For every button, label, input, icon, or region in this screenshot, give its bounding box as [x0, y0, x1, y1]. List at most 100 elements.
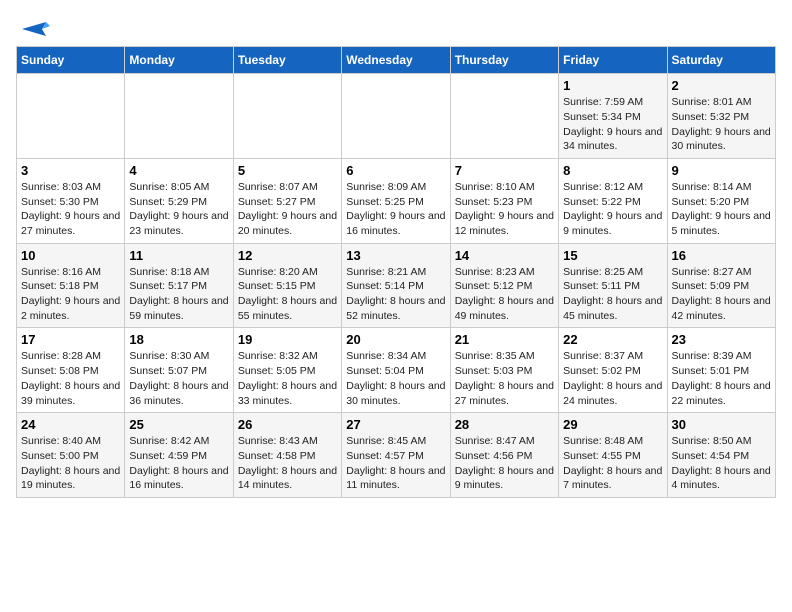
weekday-header: Thursday: [450, 47, 558, 74]
calendar-cell: 10 Sunrise: 8:16 AMSunset: 5:18 PMDayligh…: [17, 243, 125, 328]
cell-content: Sunrise: 8:35 AMSunset: 5:03 PMDaylight:…: [455, 349, 554, 408]
cell-content: Sunrise: 7:59 AMSunset: 5:34 PMDaylight:…: [563, 95, 662, 154]
day-number: 26: [238, 417, 337, 432]
day-number: 6: [346, 163, 445, 178]
calendar-cell: 28Sunrise: 8:47 AMSunset: 4:56 PMDayligh…: [450, 413, 558, 498]
cell-content: Sunrise: 8:05 AMSunset: 5:29 PMDaylight:…: [129, 180, 228, 239]
calendar-week-row: 24 Sunrise: 8:40 AMSunset: 5:00 PMDayligh…: [17, 413, 776, 498]
weekday-header: Friday: [559, 47, 667, 74]
cell-content: Sunrise: 8:30 AMSunset: 5:07 PMDaylight:…: [129, 349, 228, 408]
day-number: 12: [238, 248, 337, 263]
calendar-cell: 16 Sunrise: 8:27 AMSunset: 5:09 PMDayligh…: [667, 243, 775, 328]
cell-content: Sunrise: 8:03 AMSunset: 5:30 PMDaylight:…: [21, 180, 120, 239]
day-number: 28: [455, 417, 554, 432]
logo-plane-icon: [18, 18, 50, 40]
day-number: 9: [672, 163, 771, 178]
calendar-cell: 19 Sunrise: 8:32 AMSunset: 5:05 PMDayligh…: [233, 328, 341, 413]
calendar-cell: 27 Sunrise: 8:45 AMSunset: 4:57 PMDayligh…: [342, 413, 450, 498]
cell-content: Sunrise: 8:14 AMSunset: 5:20 PMDaylight:…: [672, 180, 771, 239]
calendar-cell: 25 Sunrise: 8:42 AMSunset: 4:59 PMDayligh…: [125, 413, 233, 498]
day-number: 2: [672, 78, 771, 93]
day-number: 16: [672, 248, 771, 263]
cell-content: Sunrise: 8:40 AMSunset: 5:00 PMDaylight:…: [21, 434, 120, 493]
calendar-cell: 26 Sunrise: 8:43 AMSunset: 4:58 PMDayligh…: [233, 413, 341, 498]
calendar-cell: 9 Sunrise: 8:14 AMSunset: 5:20 PMDaylight…: [667, 158, 775, 243]
day-number: 18: [129, 332, 228, 347]
calendar-cell: [342, 74, 450, 159]
calendar-cell: 15 Sunrise: 8:25 AMSunset: 5:11 PMDayligh…: [559, 243, 667, 328]
calendar-cell: 7Sunrise: 8:10 AMSunset: 5:23 PMDaylight…: [450, 158, 558, 243]
cell-content: Sunrise: 8:32 AMSunset: 5:05 PMDaylight:…: [238, 349, 337, 408]
calendar-cell: [17, 74, 125, 159]
day-number: 13: [346, 248, 445, 263]
day-number: 23: [672, 332, 771, 347]
calendar-table: SundayMondayTuesdayWednesdayThursdayFrid…: [16, 46, 776, 498]
cell-content: Sunrise: 8:37 AMSunset: 5:02 PMDaylight:…: [563, 349, 662, 408]
calendar-cell: 6 Sunrise: 8:09 AMSunset: 5:25 PMDaylight…: [342, 158, 450, 243]
calendar-cell: [450, 74, 558, 159]
calendar-cell: 17 Sunrise: 8:28 AMSunset: 5:08 PMDayligh…: [17, 328, 125, 413]
day-number: 1: [563, 78, 662, 93]
calendar-body: 1 Sunrise: 7:59 AMSunset: 5:34 PMDaylight…: [17, 74, 776, 498]
cell-content: Sunrise: 8:43 AMSunset: 4:58 PMDaylight:…: [238, 434, 337, 493]
calendar-cell: 24 Sunrise: 8:40 AMSunset: 5:00 PMDayligh…: [17, 413, 125, 498]
calendar-cell: 1 Sunrise: 7:59 AMSunset: 5:34 PMDaylight…: [559, 74, 667, 159]
cell-content: Sunrise: 8:01 AMSunset: 5:32 PMDaylight:…: [672, 95, 771, 154]
calendar-cell: 13 Sunrise: 8:21 AMSunset: 5:14 PMDayligh…: [342, 243, 450, 328]
cell-content: Sunrise: 8:21 AMSunset: 5:14 PMDaylight:…: [346, 265, 445, 324]
day-number: 5: [238, 163, 337, 178]
day-number: 19: [238, 332, 337, 347]
day-number: 25: [129, 417, 228, 432]
cell-content: Sunrise: 8:48 AMSunset: 4:55 PMDaylight:…: [563, 434, 662, 493]
cell-content: Sunrise: 8:39 AMSunset: 5:01 PMDaylight:…: [672, 349, 771, 408]
day-number: 29: [563, 417, 662, 432]
cell-content: Sunrise: 8:23 AMSunset: 5:12 PMDaylight:…: [455, 265, 554, 324]
cell-content: Sunrise: 8:10 AMSunset: 5:23 PMDaylight:…: [455, 180, 554, 239]
logo: [16, 16, 50, 36]
calendar-cell: 11 Sunrise: 8:18 AMSunset: 5:17 PMDayligh…: [125, 243, 233, 328]
cell-content: Sunrise: 8:25 AMSunset: 5:11 PMDaylight:…: [563, 265, 662, 324]
calendar-week-row: 3 Sunrise: 8:03 AMSunset: 5:30 PMDaylight…: [17, 158, 776, 243]
cell-content: Sunrise: 8:16 AMSunset: 5:18 PMDaylight:…: [21, 265, 120, 324]
day-number: 24: [21, 417, 120, 432]
cell-content: Sunrise: 8:28 AMSunset: 5:08 PMDaylight:…: [21, 349, 120, 408]
cell-content: Sunrise: 8:45 AMSunset: 4:57 PMDaylight:…: [346, 434, 445, 493]
day-number: 20: [346, 332, 445, 347]
day-number: 11: [129, 248, 228, 263]
day-number: 27: [346, 417, 445, 432]
calendar-week-row: 1 Sunrise: 7:59 AMSunset: 5:34 PMDaylight…: [17, 74, 776, 159]
day-number: 21: [455, 332, 554, 347]
day-number: 4: [129, 163, 228, 178]
calendar-week-row: 10 Sunrise: 8:16 AMSunset: 5:18 PMDayligh…: [17, 243, 776, 328]
cell-content: Sunrise: 8:34 AMSunset: 5:04 PMDaylight:…: [346, 349, 445, 408]
calendar-cell: 23 Sunrise: 8:39 AMSunset: 5:01 PMDayligh…: [667, 328, 775, 413]
calendar-cell: 20 Sunrise: 8:34 AMSunset: 5:04 PMDayligh…: [342, 328, 450, 413]
weekday-header: Saturday: [667, 47, 775, 74]
day-number: 3: [21, 163, 120, 178]
calendar-cell: 12Sunrise: 8:20 AMSunset: 5:15 PMDayligh…: [233, 243, 341, 328]
header-row: SundayMondayTuesdayWednesdayThursdayFrid…: [17, 47, 776, 74]
calendar-cell: 21 Sunrise: 8:35 AMSunset: 5:03 PMDayligh…: [450, 328, 558, 413]
day-number: 15: [563, 248, 662, 263]
calendar-cell: 30 Sunrise: 8:50 AMSunset: 4:54 PMDayligh…: [667, 413, 775, 498]
calendar-cell: 8Sunrise: 8:12 AMSunset: 5:22 PMDaylight…: [559, 158, 667, 243]
cell-content: Sunrise: 8:09 AMSunset: 5:25 PMDaylight:…: [346, 180, 445, 239]
day-number: 17: [21, 332, 120, 347]
calendar-header: SundayMondayTuesdayWednesdayThursdayFrid…: [17, 47, 776, 74]
calendar-cell: 2 Sunrise: 8:01 AMSunset: 5:32 PMDaylight…: [667, 74, 775, 159]
cell-content: Sunrise: 8:12 AMSunset: 5:22 PMDaylight:…: [563, 180, 662, 239]
calendar-cell: [125, 74, 233, 159]
cell-content: Sunrise: 8:42 AMSunset: 4:59 PMDaylight:…: [129, 434, 228, 493]
calendar-cell: 3 Sunrise: 8:03 AMSunset: 5:30 PMDaylight…: [17, 158, 125, 243]
calendar-cell: 18 Sunrise: 8:30 AMSunset: 5:07 PMDayligh…: [125, 328, 233, 413]
cell-content: Sunrise: 8:18 AMSunset: 5:17 PMDaylight:…: [129, 265, 228, 324]
cell-content: Sunrise: 8:50 AMSunset: 4:54 PMDaylight:…: [672, 434, 771, 493]
cell-content: Sunrise: 8:27 AMSunset: 5:09 PMDaylight:…: [672, 265, 771, 324]
calendar-cell: [233, 74, 341, 159]
cell-content: Sunrise: 8:07 AMSunset: 5:27 PMDaylight:…: [238, 180, 337, 239]
day-number: 10: [21, 248, 120, 263]
page-header: [16, 16, 776, 36]
calendar-cell: 29 Sunrise: 8:48 AMSunset: 4:55 PMDayligh…: [559, 413, 667, 498]
day-number: 30: [672, 417, 771, 432]
weekday-header: Tuesday: [233, 47, 341, 74]
